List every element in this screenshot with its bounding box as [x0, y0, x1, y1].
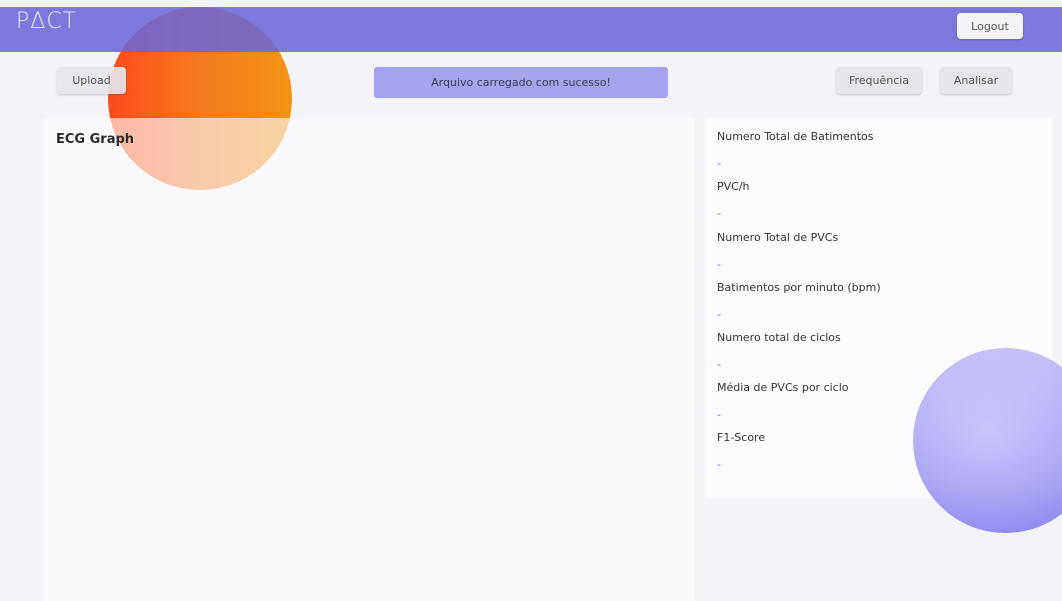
stat-label: Numero total de ciclos — [717, 331, 841, 344]
stat-value: - — [717, 157, 721, 170]
stat-value: - — [717, 258, 721, 271]
stat-label: Numero Total de Batimentos — [717, 130, 874, 143]
app-logo: PΔCT — [16, 9, 78, 34]
stat-bpm: Batimentos por minuto (bpm) - — [717, 281, 1037, 322]
logout-button[interactable]: Logout — [957, 13, 1023, 39]
top-navbar: PΔCT — [0, 7, 1062, 52]
upload-button[interactable]: Upload — [57, 67, 126, 94]
stat-value: - — [717, 207, 721, 220]
stat-pvc-per-hour: PVC/h - — [717, 180, 1037, 221]
ecg-graph-title: ECG Graph — [56, 132, 135, 147]
stat-total-pvcs: Numero Total de PVCs - — [717, 231, 1037, 272]
app-page: PΔCT Logout Upload Arquivo carregado com… — [0, 0, 1062, 601]
analyse-button[interactable]: Analisar — [940, 67, 1012, 94]
stat-label: Batimentos por minuto (bpm) — [717, 281, 881, 294]
stat-value: - — [717, 308, 721, 321]
stat-label: PVC/h — [717, 180, 750, 193]
stat-label: Numero Total de PVCs — [717, 231, 839, 244]
ecg-graph-panel: ECG Graph — [44, 118, 694, 601]
stat-total-beats: Numero Total de Batimentos - — [717, 130, 1037, 171]
frequency-button[interactable]: Frequência — [836, 67, 922, 94]
status-message: Arquivo carregado com sucesso! — [374, 67, 668, 98]
